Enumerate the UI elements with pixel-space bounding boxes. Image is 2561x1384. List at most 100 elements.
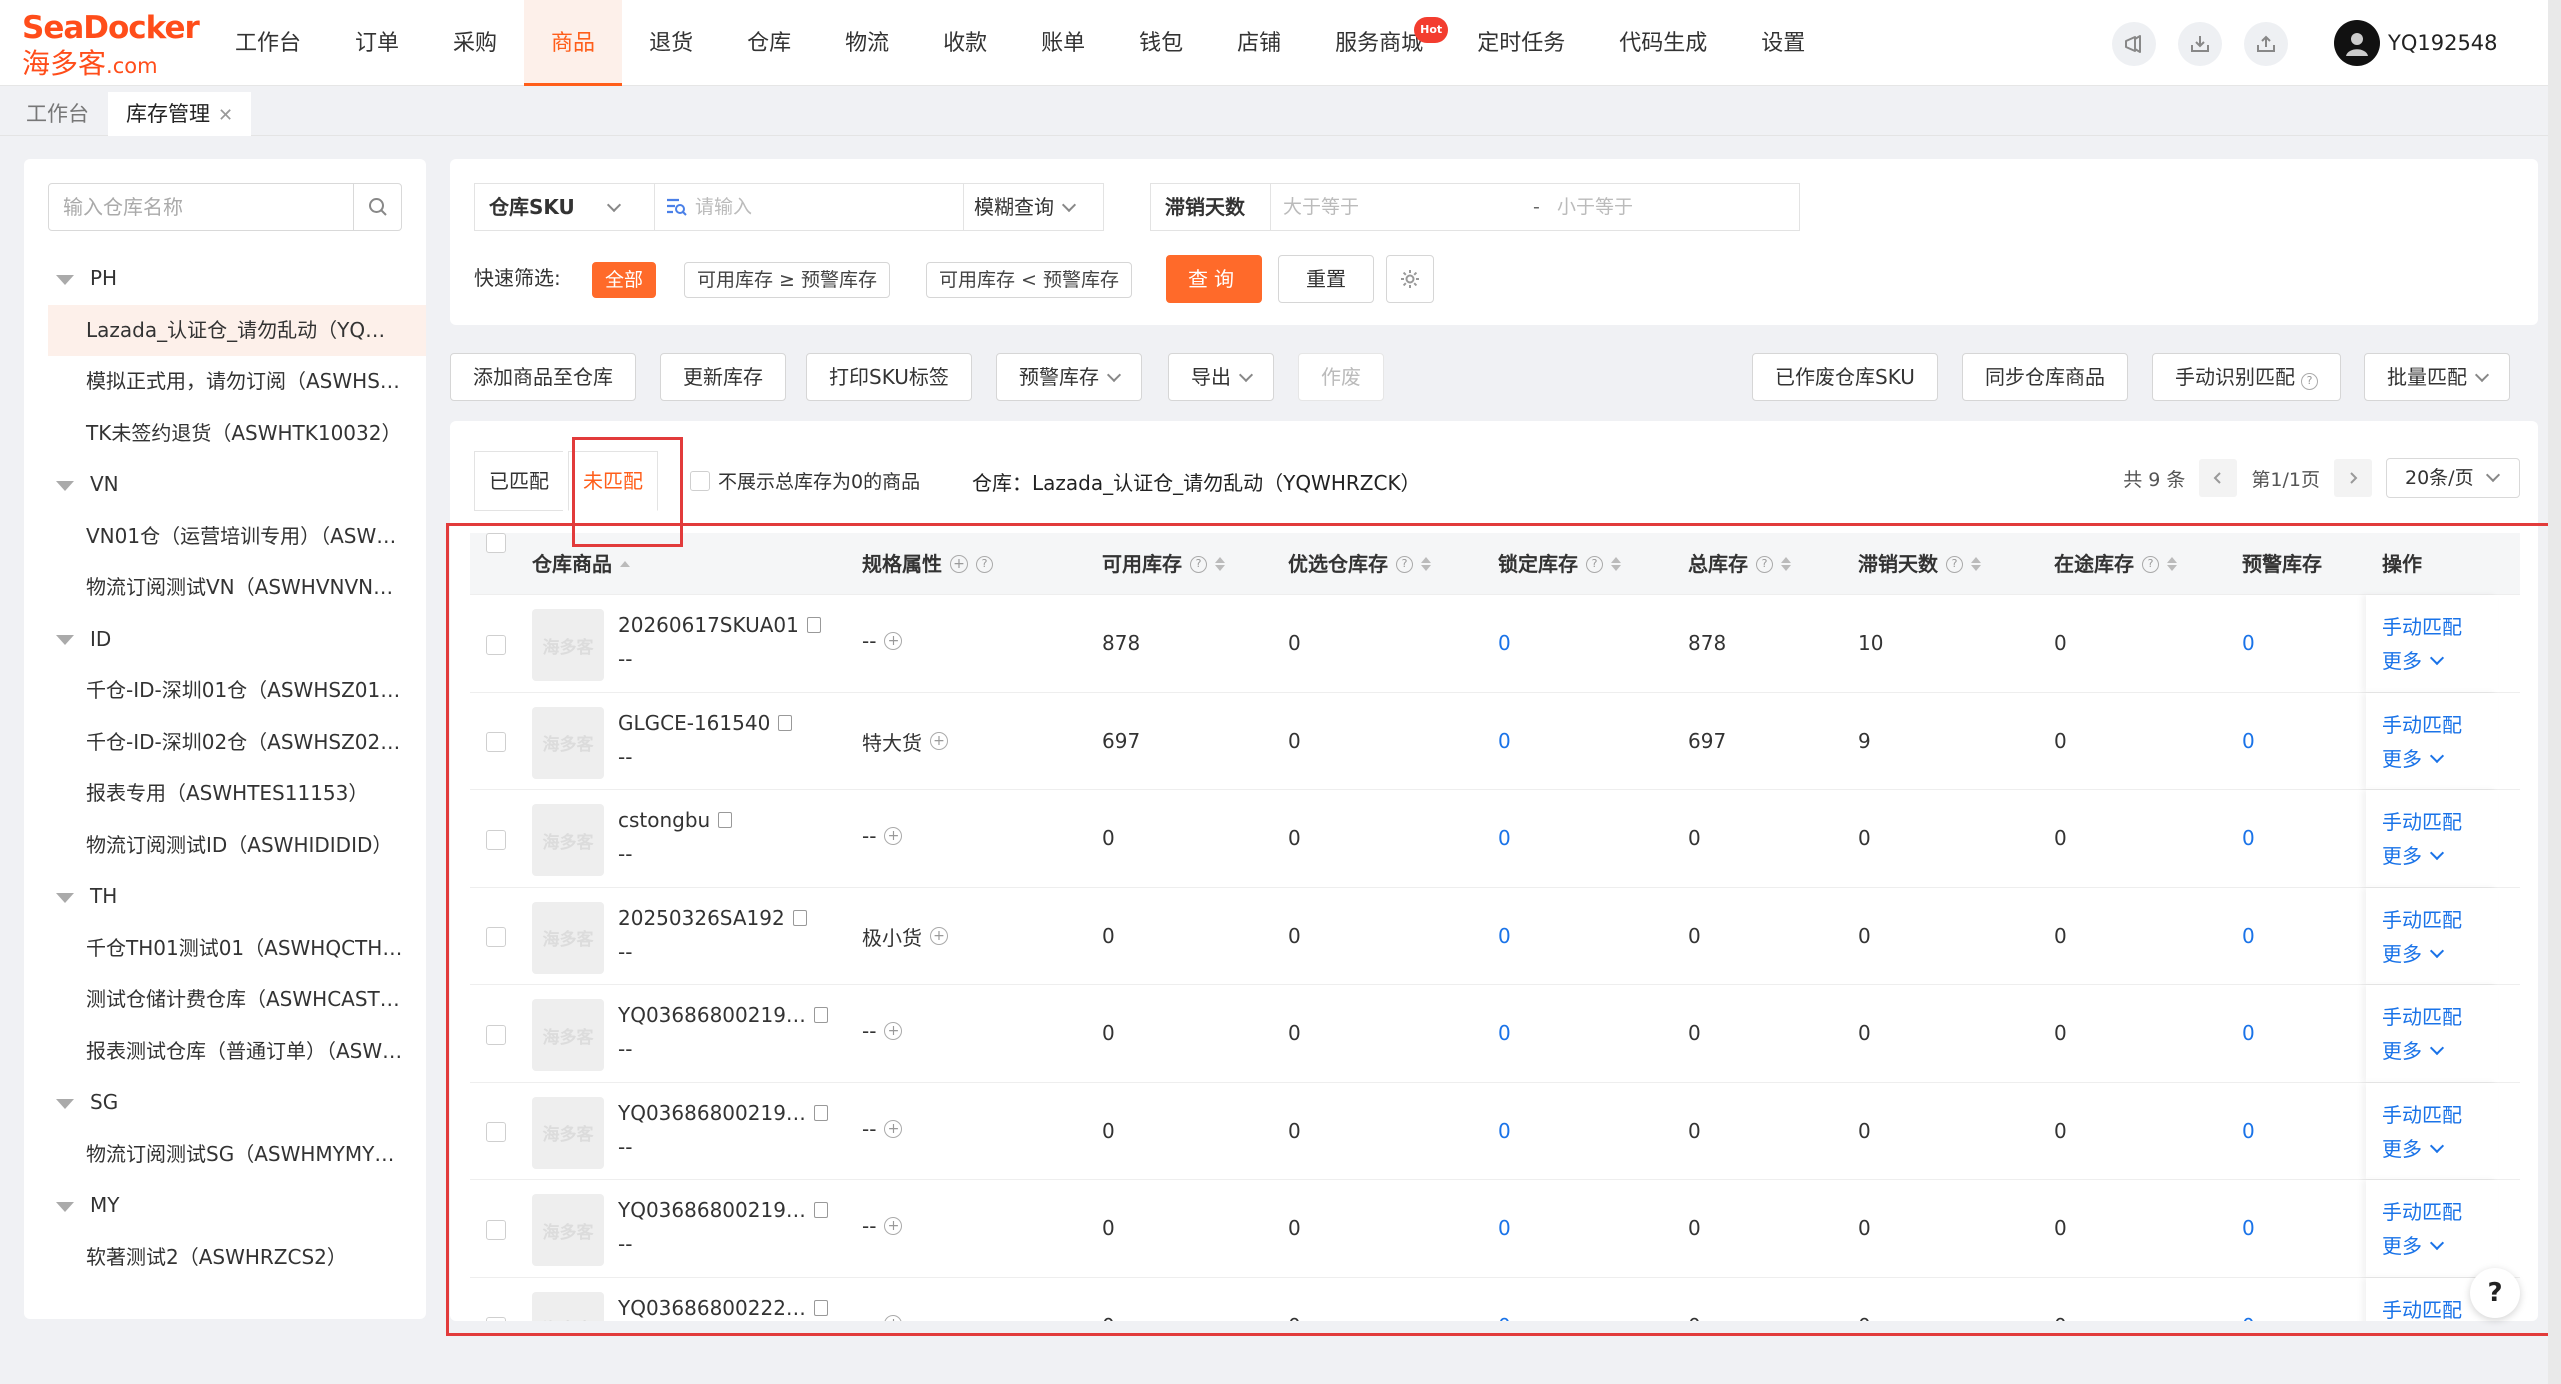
quick-filter-above-warning[interactable]: 可用库存 ≥ 预警库存 — [684, 262, 890, 298]
tree-item-warehouse[interactable]: 物流订阅测试ID（ASWHIDIDID） — [24, 820, 426, 872]
nav-item-6[interactable]: 物流 — [818, 0, 916, 86]
add-circle-icon[interactable]: + — [884, 1314, 903, 1321]
row-checkbox[interactable] — [486, 1317, 506, 1321]
help-button[interactable]: ? — [2470, 1268, 2520, 1318]
row-checkbox[interactable] — [486, 927, 506, 947]
cell-locked[interactable]: 0 — [1498, 1021, 1511, 1045]
more-actions-link[interactable]: 更多 — [2382, 645, 2442, 674]
row-select[interactable] — [486, 1216, 506, 1240]
nav-item-5[interactable]: 仓库 — [720, 0, 818, 86]
caret-down-icon[interactable] — [56, 1098, 74, 1109]
manual-match-link[interactable]: 手动匹配 — [2382, 1196, 2462, 1225]
upload-icon[interactable] — [2244, 22, 2288, 66]
nav-item-3[interactable]: 商品 — [524, 0, 623, 86]
sku-field-select[interactable]: 仓库SKU — [474, 183, 654, 231]
cell-locked[interactable]: 0 — [1498, 1314, 1511, 1322]
header-select-all[interactable] — [486, 533, 506, 553]
sort-icon[interactable] — [1421, 557, 1431, 571]
add-circle-icon[interactable]: + — [930, 732, 948, 750]
tree-item-warehouse[interactable]: 模拟正式用，请勿订阅（ASWHSIMULATION） — [24, 356, 426, 408]
tree-item-warehouse[interactable]: Lazada_认证仓_请勿乱动（YQWHRZCK） — [48, 304, 426, 356]
manual-identify-button[interactable]: 手动识别匹配? — [2152, 353, 2341, 401]
cell-locked[interactable]: 0 — [1498, 631, 1511, 655]
col-product[interactable]: 仓库商品 — [532, 533, 630, 595]
manual-match-link[interactable]: 手动匹配 — [2382, 709, 2462, 738]
user-menu[interactable]: YQ192548 — [2334, 20, 2498, 66]
caret-down-icon[interactable] — [56, 274, 74, 285]
cell-warning[interactable]: 0 — [2242, 1119, 2255, 1143]
close-icon[interactable]: ✕ — [218, 105, 233, 126]
sort-icon[interactable] — [1781, 557, 1791, 571]
tree-item-warehouse[interactable]: 软著测试2（ASWHRZCS2） — [24, 1232, 426, 1284]
update-stock-button[interactable]: 更新库存 — [660, 353, 786, 401]
batch-match-button[interactable]: 批量匹配 — [2364, 353, 2510, 401]
tree-group-ph[interactable]: PH — [24, 253, 426, 305]
copy-icon[interactable] — [813, 1202, 828, 1218]
add-circle-icon[interactable]: + — [950, 555, 968, 573]
sku-search-input[interactable]: 请输入 — [654, 183, 964, 231]
tree-item-warehouse[interactable]: 报表测试仓库（普通订单）（ASWHTH） — [24, 1026, 426, 1078]
row-select[interactable] — [486, 1314, 506, 1321]
row-select[interactable] — [486, 729, 506, 753]
prev-page-icon[interactable] — [2199, 459, 2238, 497]
nav-item-1[interactable]: 订单 — [328, 0, 426, 86]
tree-group-th[interactable]: TH — [24, 871, 426, 923]
export-button[interactable]: 导出 — [1168, 353, 1274, 401]
tree-group-id[interactable]: ID — [24, 614, 426, 666]
tree-item-warehouse[interactable]: 千仓-ID-深圳01仓（ASWHSZ01ID） — [24, 665, 426, 717]
tree-group-vn[interactable]: VN — [24, 459, 426, 511]
hide-zero-checkbox[interactable] — [690, 470, 710, 491]
nav-item-4[interactable]: 退货 — [622, 0, 720, 86]
sort-icon[interactable] — [620, 561, 630, 567]
add-circle-icon[interactable]: + — [884, 1022, 903, 1040]
row-checkbox[interactable] — [486, 829, 506, 850]
reset-button[interactable]: 重置 — [1278, 255, 1374, 303]
slow-days-range[interactable]: 大于等于 - 小于等于 — [1270, 183, 1800, 231]
nav-item-12[interactable]: 定时任务 — [1450, 0, 1592, 86]
col-preferred[interactable]: 优选仓库存? — [1288, 533, 1431, 595]
match-mode-select[interactable]: 模糊查询 — [964, 183, 1104, 231]
col-available[interactable]: 可用库存? — [1102, 533, 1225, 595]
tree-item-warehouse[interactable]: 报表专用（ASWHTES11153） — [24, 768, 426, 820]
search-icon[interactable] — [353, 184, 401, 230]
copy-icon[interactable] — [813, 1104, 828, 1121]
manual-match-link[interactable]: 手动匹配 — [2382, 611, 2462, 640]
tree-item-warehouse[interactable]: 千仓-ID-深圳02仓（ASWHSZ02ID） — [24, 717, 426, 769]
tree-item-warehouse[interactable]: VN01仓（运营培训专用）（ASWHVN01） — [24, 511, 426, 563]
cell-warning[interactable]: 0 — [2242, 1314, 2255, 1322]
add-circle-icon[interactable]: + — [930, 927, 948, 945]
copy-icon[interactable] — [806, 617, 821, 633]
more-actions-link[interactable]: 更多 — [2382, 1230, 2442, 1259]
tab-matched[interactable]: 已匹配 — [474, 451, 563, 511]
col-total[interactable]: 总库存? — [1688, 533, 1791, 595]
add-circle-icon[interactable]: + — [884, 1217, 903, 1235]
cell-warning[interactable]: 0 — [2242, 631, 2255, 655]
select-all-checkbox[interactable] — [486, 533, 506, 553]
next-page-icon[interactable] — [2334, 459, 2372, 497]
warning-stock-button[interactable]: 预警库存 — [996, 353, 1142, 401]
add-circle-icon[interactable]: + — [884, 1119, 903, 1138]
days-from-input[interactable]: 大于等于 — [1283, 184, 1359, 230]
add-circle-icon[interactable]: + — [884, 827, 903, 845]
nav-item-7[interactable]: 收款 — [916, 0, 1014, 86]
tree-item-warehouse[interactable]: 物流订阅测试VN（ASWHVNVNVN） — [24, 562, 426, 614]
tree-item-warehouse[interactable]: 物流订阅测试SG（ASWHMYMYSG） — [24, 1129, 426, 1181]
cell-warning[interactable]: 0 — [2242, 729, 2255, 753]
add-to-warehouse-button[interactable]: 添加商品至仓库 — [450, 353, 636, 401]
announcement-icon[interactable] — [2112, 22, 2156, 66]
hide-zero-stock-toggle[interactable]: 不展示总库存为0的商品 — [690, 467, 920, 494]
query-button[interactable]: 查询 — [1166, 255, 1262, 303]
more-actions-link[interactable]: 更多 — [2382, 938, 2442, 967]
tree-item-warehouse[interactable]: 千仓TH01测试01（ASWHQCTH01） — [24, 923, 426, 975]
col-locked[interactable]: 锁定库存? — [1498, 533, 1621, 595]
sort-icon[interactable] — [1215, 557, 1225, 571]
cell-locked[interactable]: 0 — [1498, 729, 1511, 753]
void-button[interactable]: 作废 — [1298, 353, 1384, 401]
row-checkbox[interactable] — [486, 634, 506, 655]
nav-item-0[interactable]: 工作台 — [208, 0, 328, 86]
page-size-select[interactable]: 20条/页 — [2386, 458, 2520, 498]
sort-icon[interactable] — [1971, 557, 1981, 571]
copy-icon[interactable] — [813, 1007, 828, 1023]
cell-locked[interactable]: 0 — [1498, 1119, 1511, 1143]
tree-group-my[interactable]: MY — [24, 1180, 426, 1232]
